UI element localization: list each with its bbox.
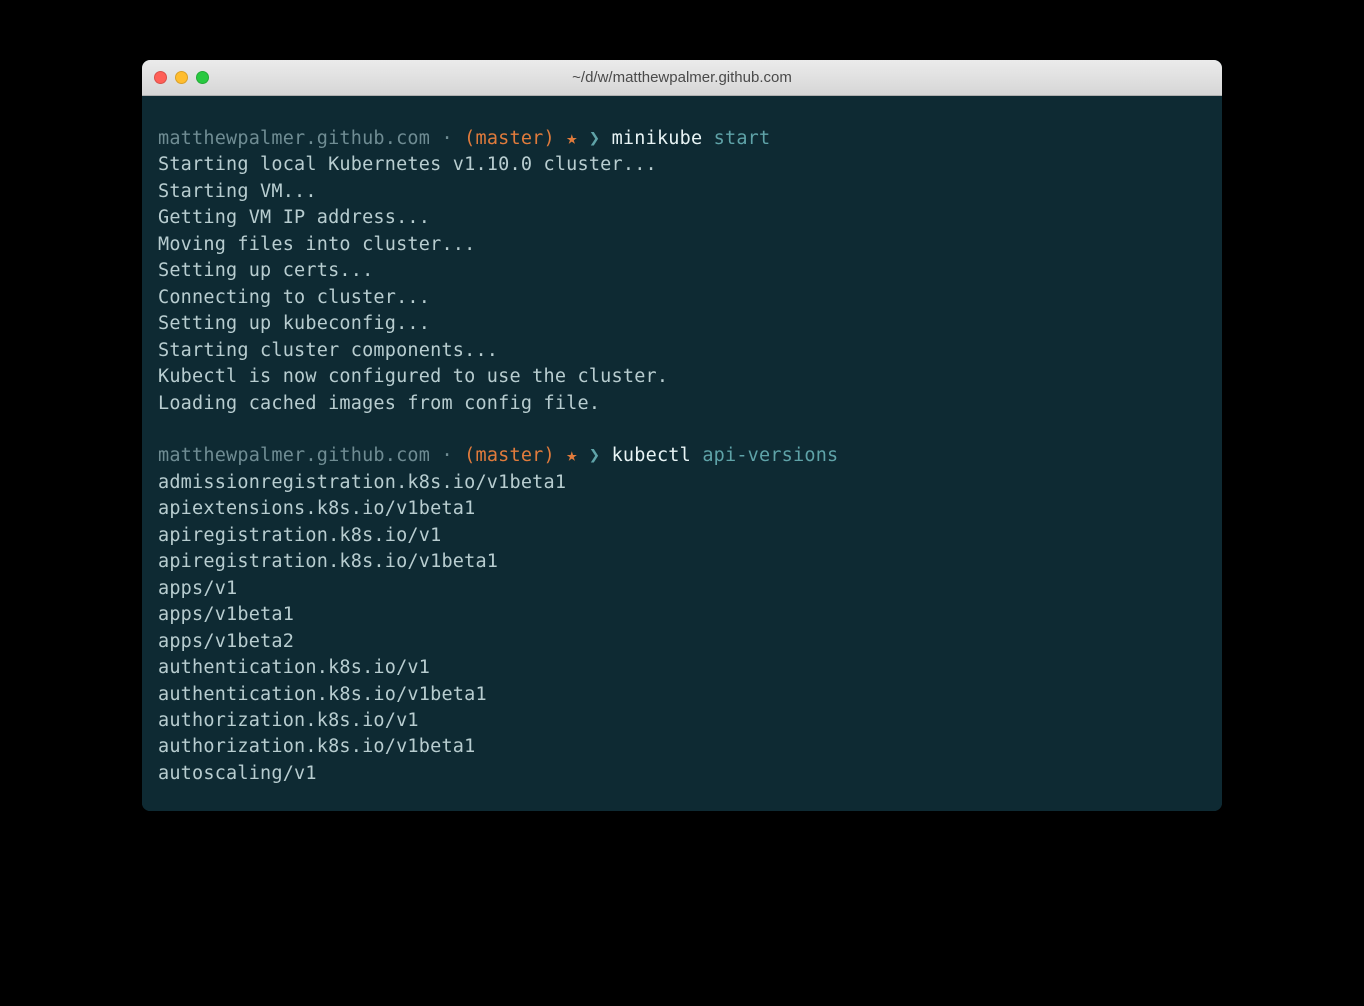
chevron-icon: ❯ [589, 445, 600, 466]
prompt-path: matthewpalmer.github.com [158, 445, 430, 466]
output-line: authorization.k8s.io/v1beta1 [158, 734, 1206, 760]
blank-line [158, 417, 1206, 443]
prompt-line-1: matthewpalmer.github.com · (master) ★ ❯ … [158, 126, 1206, 152]
close-icon[interactable] [154, 71, 167, 84]
prompt-separator: · [441, 445, 452, 466]
git-branch: (master) [464, 128, 555, 149]
titlebar[interactable]: ~/d/w/matthewpalmer.github.com [142, 60, 1222, 96]
output-line: apps/v1 [158, 576, 1206, 602]
command-arg: start [714, 128, 771, 149]
output-line: Starting local Kubernetes v1.10.0 cluste… [158, 152, 1206, 178]
maximize-icon[interactable] [196, 71, 209, 84]
terminal-window: ~/d/w/matthewpalmer.github.com matthewpa… [142, 60, 1222, 811]
output-line: authentication.k8s.io/v1beta1 [158, 682, 1206, 708]
terminal-body[interactable]: matthewpalmer.github.com · (master) ★ ❯ … [142, 96, 1222, 811]
command-name: minikube [612, 128, 703, 149]
output-line: Moving files into cluster... [158, 232, 1206, 258]
output-line: apiextensions.k8s.io/v1beta1 [158, 496, 1206, 522]
output-line: Loading cached images from config file. [158, 391, 1206, 417]
prompt-separator: · [441, 128, 452, 149]
output-line: apps/v1beta2 [158, 629, 1206, 655]
traffic-lights [154, 71, 209, 84]
output-line: authorization.k8s.io/v1 [158, 708, 1206, 734]
prompt-path: matthewpalmer.github.com [158, 128, 430, 149]
output-line: Starting cluster components... [158, 338, 1206, 364]
output-line: Starting VM... [158, 179, 1206, 205]
command-arg: api-versions [702, 445, 838, 466]
minimize-icon[interactable] [175, 71, 188, 84]
output-line: authentication.k8s.io/v1 [158, 655, 1206, 681]
output-line: Setting up certs... [158, 258, 1206, 284]
output-line: Connecting to cluster... [158, 285, 1206, 311]
command-name: kubectl [612, 445, 691, 466]
output-line: apiregistration.k8s.io/v1 [158, 523, 1206, 549]
output-line: Setting up kubeconfig... [158, 311, 1206, 337]
git-branch: (master) [464, 445, 555, 466]
output-line: Kubectl is now configured to use the clu… [158, 364, 1206, 390]
output-line: autoscaling/v1 [158, 761, 1206, 787]
output-line: apps/v1beta1 [158, 602, 1206, 628]
window-title: ~/d/w/matthewpalmer.github.com [154, 69, 1210, 86]
output-line: apiregistration.k8s.io/v1beta1 [158, 549, 1206, 575]
star-icon: ★ [566, 445, 577, 466]
chevron-icon: ❯ [589, 128, 600, 149]
output-line: admissionregistration.k8s.io/v1beta1 [158, 470, 1206, 496]
output-line: Getting VM IP address... [158, 205, 1206, 231]
star-icon: ★ [566, 128, 577, 149]
prompt-line-2: matthewpalmer.github.com · (master) ★ ❯ … [158, 443, 1206, 469]
